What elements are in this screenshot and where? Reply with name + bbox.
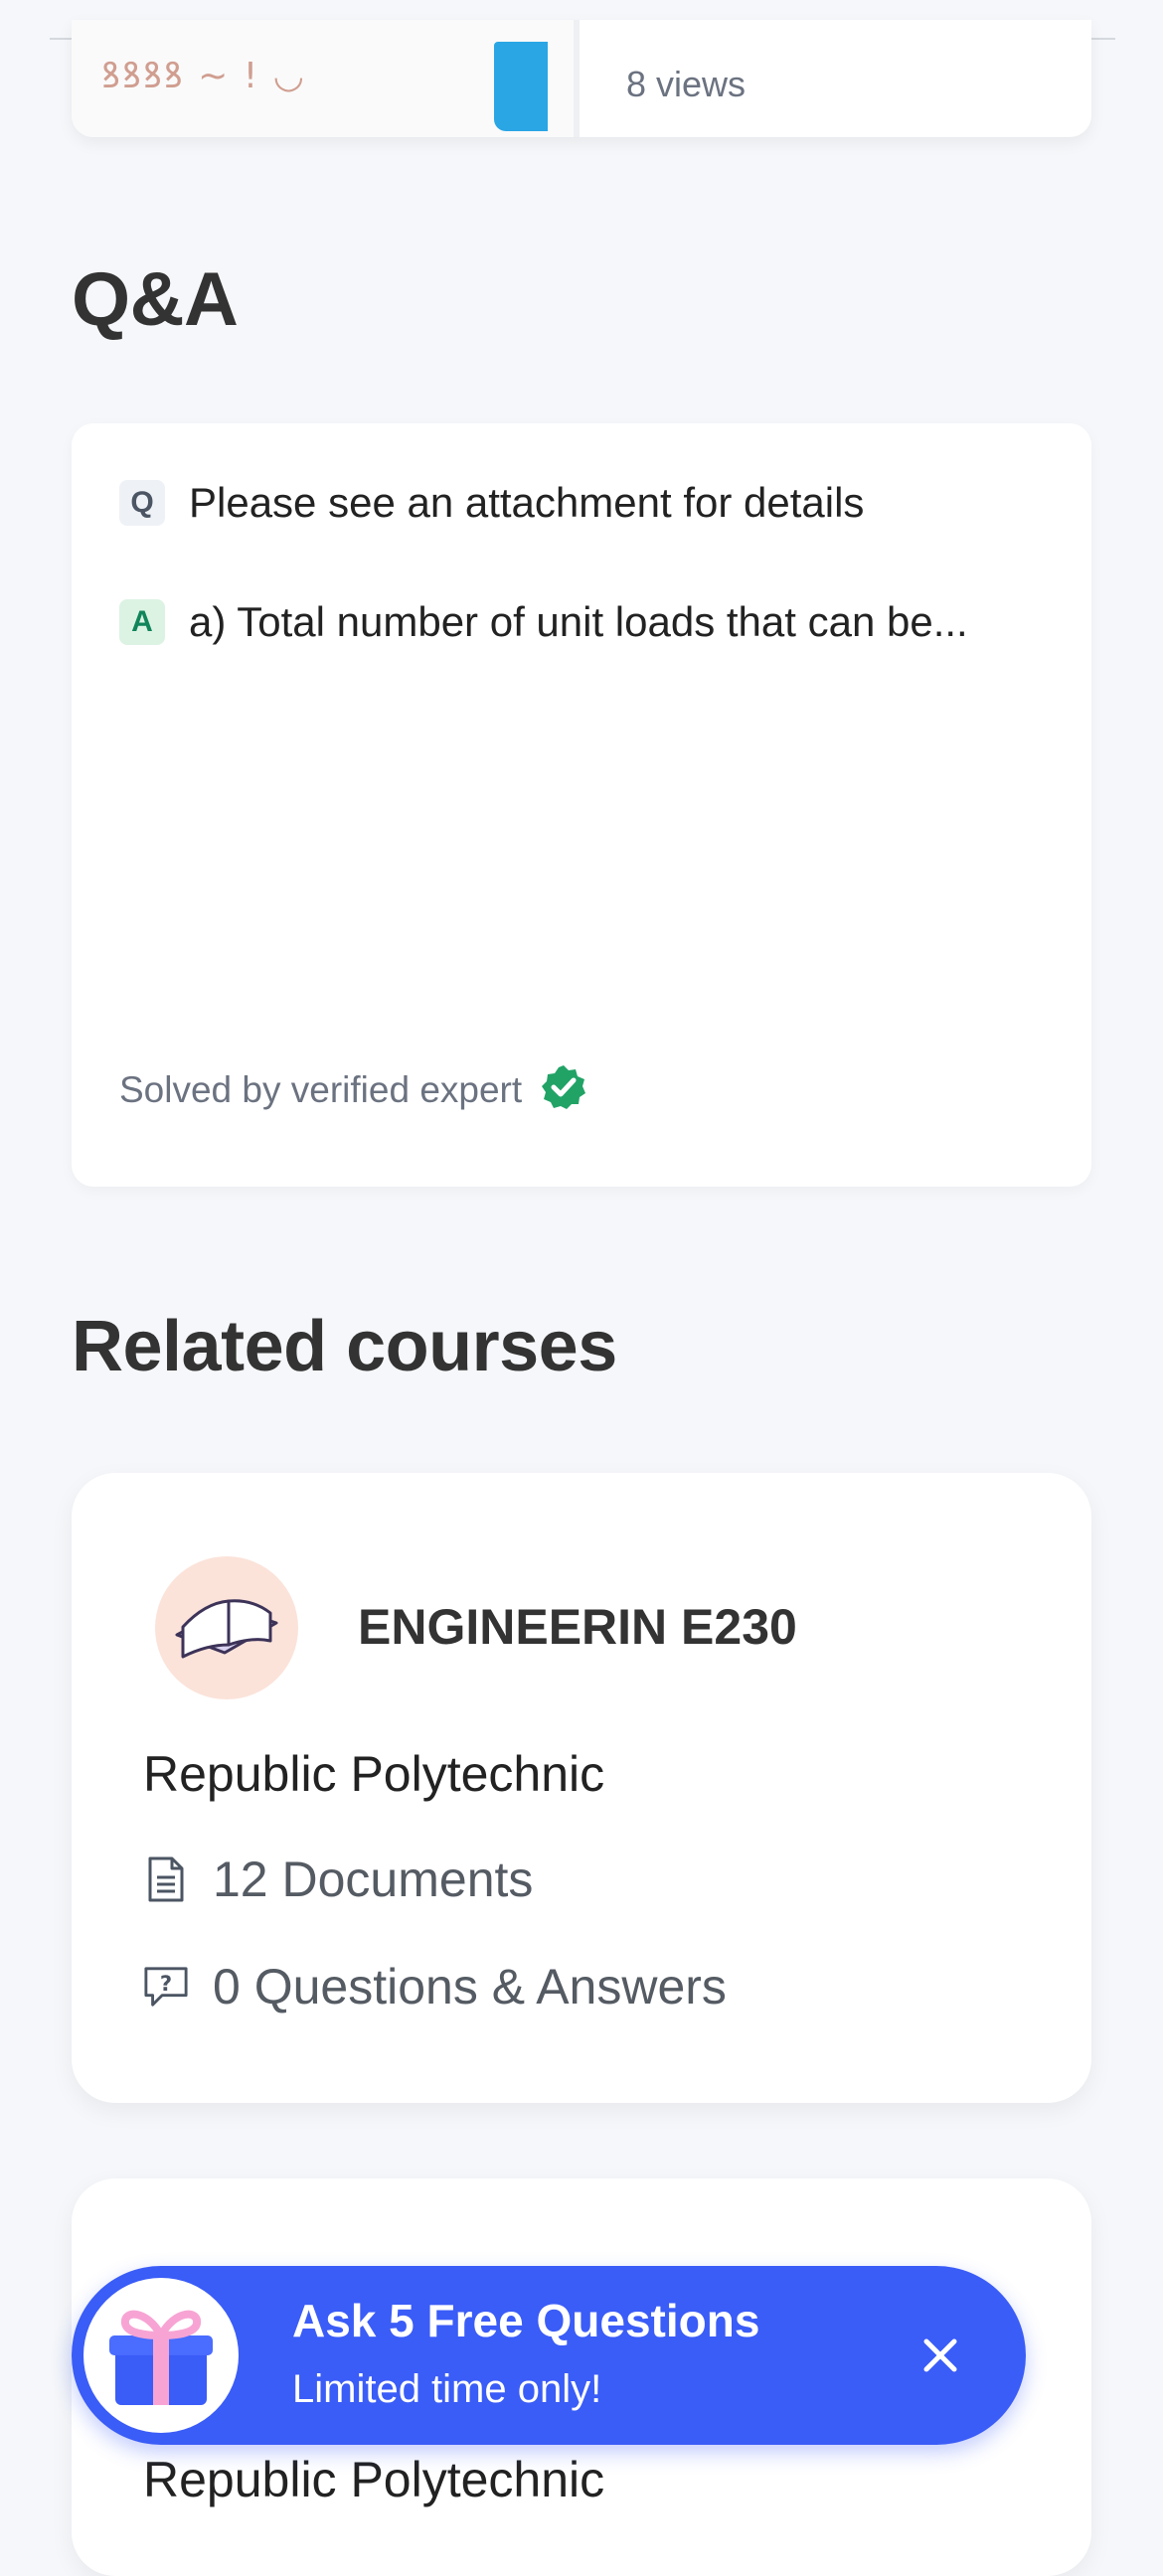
free-questions-banner[interactable]: Ask 5 Free Questions Limited time only! [72, 2266, 1026, 2445]
document-icon [143, 1854, 189, 1904]
book-icon [155, 1556, 298, 1699]
solved-label: Solved by verified expert [119, 1068, 523, 1110]
answer-text: a) Total number of unit loads that can b… [189, 598, 968, 645]
question-row: Q Please see an attachment for details [119, 479, 864, 527]
answer-badge: A [119, 599, 165, 645]
qa-stat[interactable]: ? 0 Questions & Answers [143, 1958, 727, 2015]
solved-status: Solved by verified expert [119, 1063, 587, 1116]
gift-icon [83, 2278, 239, 2433]
course-code[interactable]: ENGINEERIN E230 [358, 1598, 797, 1656]
qa-card[interactable]: Q Please see an attachment for details A… [72, 423, 1091, 1187]
svg-text:?: ? [160, 1971, 172, 1996]
documents-count: 12 Documents [213, 1852, 534, 1907]
qa-section-title: Q&A [72, 257, 239, 342]
course-card[interactable]: ENGINEERIN E230 Republic Polytechnic 12 … [72, 1473, 1091, 2103]
qa-count: 0 Questions & Answers [213, 1959, 727, 2014]
views-count: 8 views [626, 64, 747, 104]
document-thumbnail: ꝸꝸꝸꝸ ~ ! ◡ [72, 20, 574, 137]
verified-check-icon [540, 1063, 587, 1116]
close-icon[interactable] [911, 2326, 970, 2385]
question-badge: Q [119, 480, 165, 526]
promo-title: Ask 5 Free Questions [292, 2295, 760, 2346]
documents-stat[interactable]: 12 Documents [143, 1851, 533, 1908]
course-school: Republic Polytechnic [143, 2452, 605, 2507]
related-courses-title: Related courses [72, 1307, 617, 1386]
question-bubble-icon: ? [143, 1962, 189, 2012]
question-text: Please see an attachment for details [189, 479, 865, 526]
previous-document-card[interactable]: ꝸꝸꝸꝸ ~ ! ◡ 8 views [72, 20, 1091, 137]
answer-row: A a) Total number of unit loads that can… [119, 598, 968, 646]
promo-subtitle: Limited time only! [292, 2367, 602, 2411]
course-school: Republic Polytechnic [143, 1746, 605, 1802]
